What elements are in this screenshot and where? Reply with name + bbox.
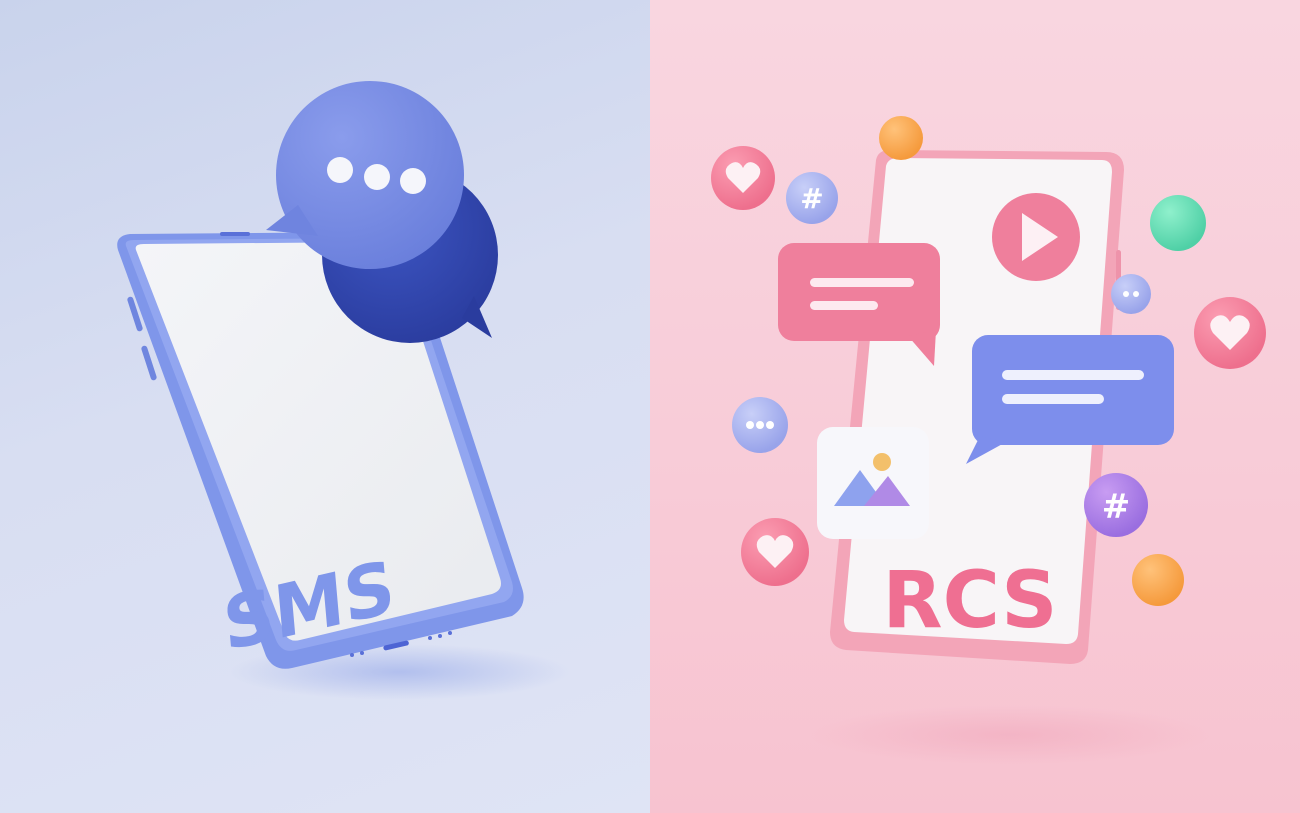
heart-icon: [1194, 297, 1266, 369]
typing-dots-icon: [1111, 274, 1151, 314]
mint-ball: [1150, 195, 1206, 251]
heart-icon: [711, 146, 775, 210]
phone-shadow: [810, 705, 1210, 765]
rcs-panel: RCS # #: [650, 0, 1300, 813]
orange-ball: [879, 116, 923, 160]
hashtag-icon: #: [786, 172, 838, 224]
image-icon: [817, 427, 929, 539]
chat-bubble-blue-icon: [966, 335, 1174, 464]
svg-text:#: #: [1102, 487, 1131, 527]
svg-text:#: #: [800, 182, 823, 215]
heart-icon: [741, 518, 809, 586]
rcs-label: RCS: [883, 556, 1058, 646]
play-button-icon: [992, 193, 1080, 281]
sms-panel: SMS: [0, 0, 650, 813]
rcs-illustration: RCS # #: [711, 116, 1266, 765]
orange-ball: [1132, 554, 1184, 606]
hashtag-icon: #: [1084, 473, 1148, 537]
typing-dots-icon: [732, 397, 788, 453]
sms-illustration: SMS: [117, 81, 570, 700]
